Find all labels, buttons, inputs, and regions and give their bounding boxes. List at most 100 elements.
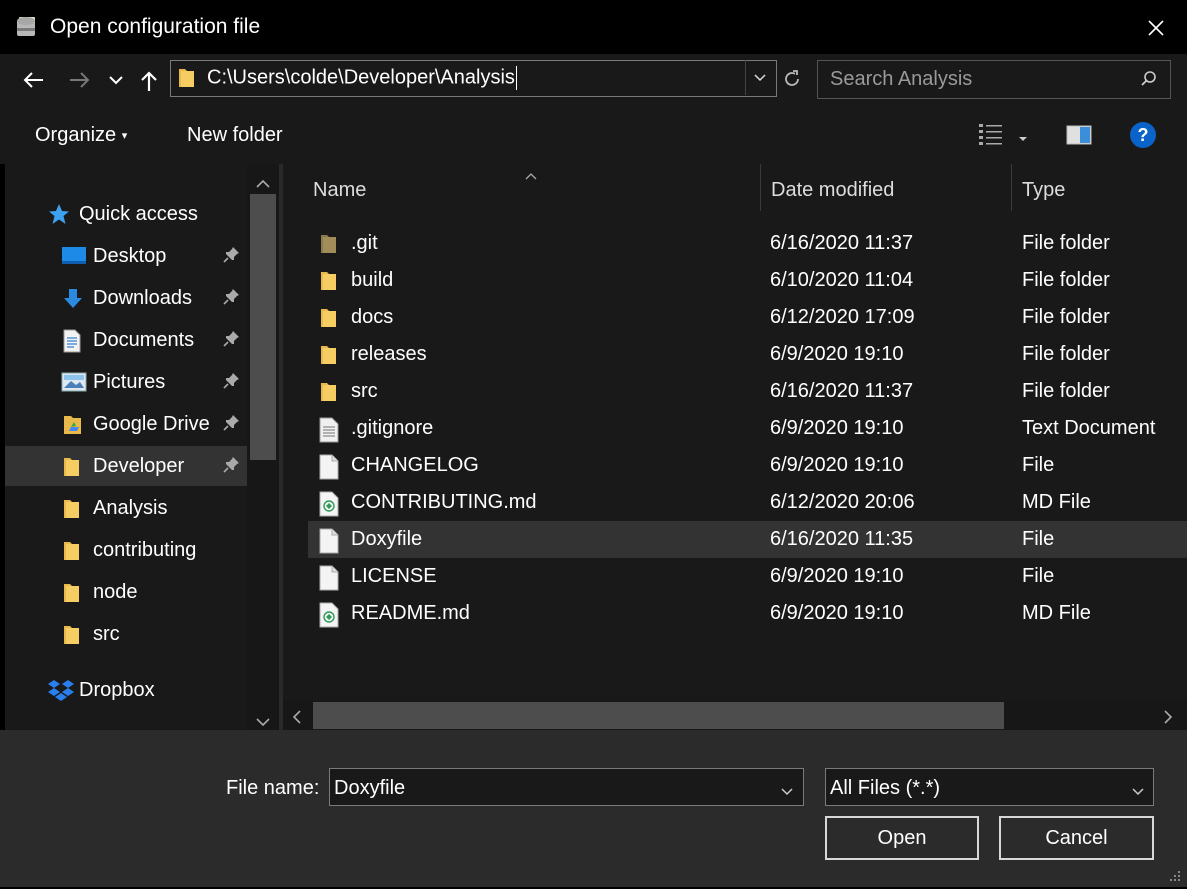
file-name: CHANGELOG [351, 454, 479, 476]
file-name: .gitignore [351, 417, 434, 439]
desktop-icon [61, 245, 86, 267]
folder-icon [61, 455, 85, 477]
cancel-button[interactable]: Cancel [999, 816, 1154, 860]
file-name: CONTRIBUTING.md [351, 491, 537, 513]
help-icon[interactable]: ? [1130, 122, 1156, 148]
google-drive-icon [61, 413, 85, 435]
navigation-scroll-thumb[interactable] [250, 194, 276, 460]
scroll-up-icon[interactable] [255, 172, 271, 195]
horizontal-scroll-thumb[interactable] [313, 702, 1004, 729]
file-icon [318, 454, 340, 480]
pin-icon[interactable] [223, 371, 241, 395]
file-type: File folder [1022, 380, 1110, 402]
folder-icon [318, 269, 340, 293]
sidebar-item-google-drive[interactable]: Google Drive [5, 404, 247, 444]
pin-icon[interactable] [223, 329, 241, 353]
file-icon [318, 528, 340, 554]
sidebar-item-desktop[interactable]: Desktop [5, 236, 247, 276]
sidebar-item-dropbox[interactable]: Dropbox [5, 670, 247, 710]
refresh-button[interactable] [777, 61, 807, 96]
folder-icon [318, 343, 340, 367]
chevron-down-icon[interactable] [780, 780, 794, 803]
chevron-down-icon [1131, 780, 1145, 803]
back-button[interactable] [17, 64, 49, 96]
file-icon [318, 565, 340, 591]
sidebar-item-node[interactable]: node [5, 572, 247, 612]
column-divider[interactable] [760, 164, 761, 211]
recent-locations-button[interactable] [100, 64, 132, 96]
file-row[interactable]: Doxyfile 6/16/2020 11:35 File [308, 521, 1187, 558]
window-title: Open configuration file [50, 15, 261, 38]
resize-grip-icon[interactable] [1166, 866, 1182, 889]
column-header-type[interactable]: Type [1022, 179, 1065, 202]
file-type: File folder [1022, 343, 1110, 365]
sidebar-item-contributing[interactable]: contributing [5, 530, 247, 570]
pin-icon[interactable] [223, 455, 241, 479]
file-date: 6/12/2020 20:06 [770, 491, 915, 513]
search-icon [1140, 70, 1158, 94]
folder-icon [318, 380, 340, 404]
pin-icon[interactable] [223, 413, 241, 437]
file-date: 6/9/2020 19:10 [770, 454, 904, 476]
organize-button[interactable]: Organize ▾ [35, 124, 127, 147]
file-name-input[interactable]: Doxyfile [329, 768, 804, 806]
file-row[interactable]: .git 6/16/2020 11:37 File folder [308, 225, 1187, 262]
sidebar-item-pictures[interactable]: Pictures [5, 362, 247, 402]
address-bar[interactable]: C:\Users\colde\Developer\Analysis [170, 60, 777, 97]
app-icon [14, 14, 40, 40]
sidebar-item-analysis[interactable]: Analysis [5, 488, 247, 528]
sidebar-item-documents[interactable]: Documents [5, 320, 247, 360]
column-header-date[interactable]: Date modified [771, 179, 894, 202]
file-date: 6/9/2020 19:10 [770, 602, 904, 624]
search-input[interactable]: Search Analysis [830, 68, 972, 91]
sidebar-item-developer[interactable]: Developer [5, 446, 247, 486]
open-button[interactable]: Open [825, 816, 979, 860]
markdown-file-icon [318, 491, 340, 517]
scroll-left-icon[interactable] [292, 708, 302, 731]
folder-icon [318, 306, 340, 330]
file-row[interactable]: CHANGELOG 6/9/2020 19:10 File [308, 447, 1187, 484]
new-folder-button[interactable]: New folder [187, 124, 283, 147]
file-type: Text Document [1022, 417, 1156, 439]
view-options-icon[interactable] [978, 122, 1004, 152]
search-box[interactable]: Search Analysis [817, 60, 1171, 99]
arrow-right-icon [70, 72, 90, 88]
sort-ascending-icon [524, 163, 538, 186]
file-date: 6/9/2020 19:10 [770, 343, 904, 365]
forward-button[interactable] [64, 64, 96, 96]
sidebar-item-downloads[interactable]: Downloads [5, 278, 247, 318]
file-row[interactable]: README.md 6/9/2020 19:10 MD File [308, 595, 1187, 632]
file-type: File folder [1022, 269, 1110, 291]
up-button[interactable] [133, 65, 165, 97]
pin-icon[interactable] [223, 245, 241, 269]
sidebar-item-quick-access[interactable]: Quick access [5, 194, 247, 234]
pictures-icon [61, 371, 87, 393]
sidebar-item-label: Analysis [93, 497, 168, 519]
scroll-right-icon[interactable] [1163, 708, 1173, 731]
download-icon [61, 287, 85, 309]
file-row[interactable]: LICENSE 6/9/2020 19:10 File [308, 558, 1187, 595]
file-row[interactable]: src 6/16/2020 11:37 File folder [308, 373, 1187, 410]
file-row[interactable]: CONTRIBUTING.md 6/12/2020 20:06 MD File [308, 484, 1187, 521]
dropbox-icon [47, 679, 74, 701]
pin-icon[interactable] [223, 287, 241, 311]
file-type: MD File [1022, 491, 1091, 513]
file-row[interactable]: .gitignore 6/9/2020 19:10 Text Document [308, 410, 1187, 447]
file-row[interactable]: docs 6/12/2020 17:09 File folder [308, 299, 1187, 336]
address-dropdown-button[interactable] [745, 60, 774, 95]
dialog-footer [0, 730, 1187, 887]
file-row[interactable]: build 6/10/2020 11:04 File folder [308, 262, 1187, 299]
sidebar-item-src[interactable]: src [5, 614, 247, 654]
file-type: File [1022, 528, 1055, 550]
close-button[interactable] [1136, 8, 1176, 48]
file-row[interactable]: releases 6/9/2020 19:10 File folder [308, 336, 1187, 373]
column-divider[interactable] [1011, 164, 1012, 211]
file-date: 6/16/2020 11:37 [770, 232, 914, 254]
sidebar-item-label: Developer [93, 455, 185, 477]
column-header-name[interactable]: Name [313, 179, 366, 202]
view-dropdown-button[interactable] [1017, 127, 1029, 150]
caret-down-icon: ▾ [121, 130, 128, 143]
file-type-select[interactable]: All Files (*.*) [825, 768, 1154, 806]
preview-pane-icon[interactable] [1066, 125, 1092, 151]
toolbar [0, 106, 1187, 164]
